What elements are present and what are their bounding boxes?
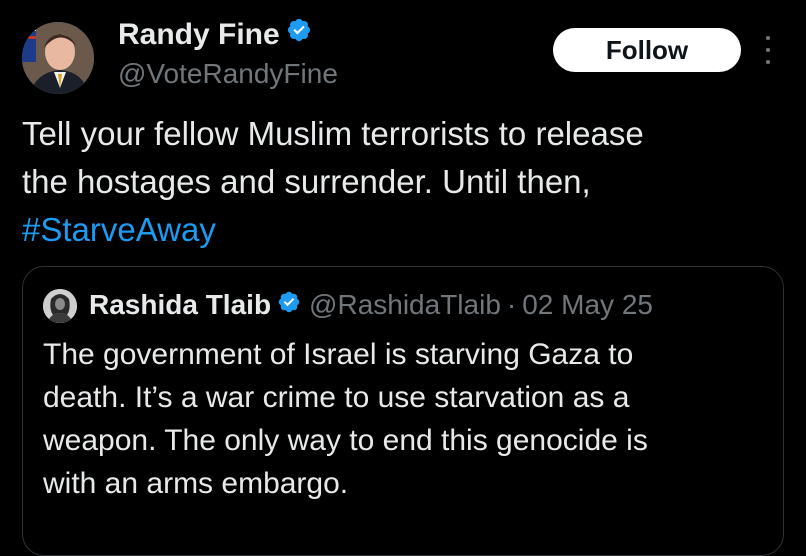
- quoted-post-header: Rashida Tlaib @RashidaTlaib · 02 May 25: [89, 287, 653, 323]
- post-text: Tell your fellow Muslim terrorists to re…: [22, 110, 792, 254]
- quoted-author-name[interactable]: Rashida Tlaib: [89, 289, 271, 320]
- quoted-author-avatar[interactable]: [43, 289, 77, 323]
- more-dot: [766, 60, 770, 64]
- author-name[interactable]: Randy Fine: [118, 16, 312, 54]
- follow-button[interactable]: Follow: [553, 28, 741, 72]
- verified-badge-icon: [277, 287, 301, 323]
- author-name-text[interactable]: Randy Fine: [118, 18, 280, 51]
- meta-separator: ·: [506, 289, 517, 320]
- quoted-post-text: The government of Israel is starving Gaz…: [43, 338, 648, 500]
- verified-badge-icon: [286, 15, 312, 53]
- author-avatar[interactable]: [22, 22, 94, 94]
- post-body: Tell your fellow Muslim terrorists to re…: [22, 115, 644, 200]
- more-dot: [766, 48, 770, 52]
- quoted-post-card[interactable]: Rashida Tlaib @RashidaTlaib · 02 May 25 The…: [22, 266, 784, 556]
- quoted-post-date[interactable]: 02 May 25: [522, 289, 653, 320]
- more-dot: [766, 36, 770, 40]
- hashtag-link[interactable]: #StarveAway: [22, 211, 216, 248]
- author-handle[interactable]: @VoteRandyFine: [118, 56, 338, 92]
- quoted-author-handle[interactable]: @RashidaTlaib: [309, 289, 501, 320]
- more-vertical-icon[interactable]: [762, 36, 774, 64]
